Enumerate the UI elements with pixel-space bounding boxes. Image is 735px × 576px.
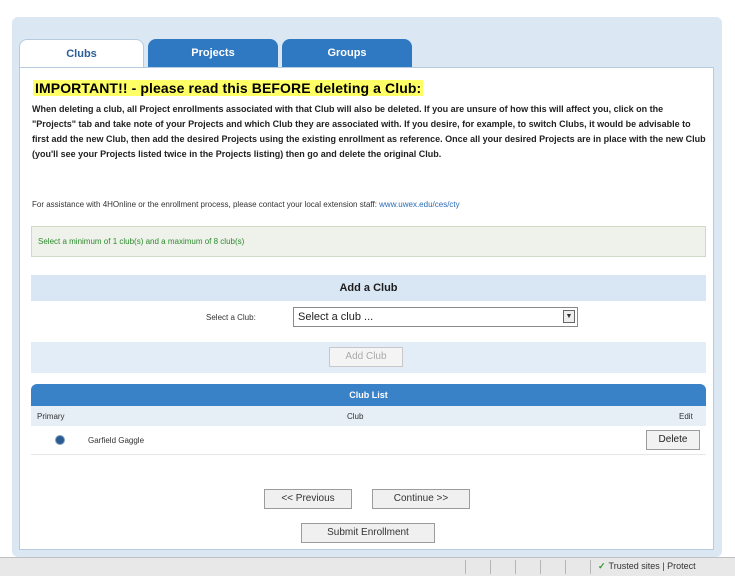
column-edit: Edit	[679, 412, 693, 421]
club-selection-rule: Select a minimum of 1 club(s) and a maxi…	[31, 226, 706, 257]
status-separator	[515, 560, 516, 574]
club-select-label: Select a Club:	[206, 313, 256, 322]
club-list-header: Club List	[31, 384, 706, 406]
important-heading: IMPORTANT!! - please read this BEFORE de…	[33, 80, 424, 96]
club-select-value: Select a club ...	[298, 311, 374, 323]
clubs-content: IMPORTANT!! - please read this BEFORE de…	[19, 67, 714, 550]
extension-staff-link[interactable]: www.uwex.edu/ces/cty	[379, 200, 459, 209]
table-row: Garfield Gaggle Delete	[31, 426, 706, 455]
delete-club-button[interactable]: Delete	[646, 430, 700, 450]
primary-radio[interactable]	[55, 435, 65, 445]
add-club-header: Add a Club	[31, 275, 706, 301]
club-select-row: Select a Club: Select a club ... ▼	[31, 306, 706, 330]
column-club: Club	[347, 412, 364, 421]
add-club-button[interactable]: Add Club	[329, 347, 403, 367]
status-separator	[490, 560, 491, 574]
security-zone-label: Trusted sites | Protect	[608, 561, 696, 571]
club-name: Garfield Gaggle	[88, 436, 145, 445]
assistance-text: For assistance with 4HOnline or the enro…	[32, 200, 377, 209]
checkmark-icon: ✓	[598, 561, 606, 571]
tab-clubs[interactable]: Clubs	[19, 39, 144, 69]
dropdown-arrow-icon[interactable]: ▼	[563, 310, 575, 323]
add-club-button-bar: Add Club	[31, 342, 706, 373]
status-separator	[565, 560, 566, 574]
delete-warning-text: When deleting a club, all Project enroll…	[32, 104, 706, 159]
status-separator	[590, 560, 591, 574]
assistance-note: For assistance with 4HOnline or the enro…	[32, 200, 460, 209]
status-separator	[465, 560, 466, 574]
column-primary: Primary	[37, 412, 65, 421]
submit-enrollment-button[interactable]: Submit Enrollment	[301, 523, 435, 543]
browser-status-bar: ✓ Trusted sites | Protect	[0, 557, 735, 576]
club-list-column-headers: Primary Club Edit	[31, 406, 706, 426]
tab-projects[interactable]: Projects	[148, 39, 278, 67]
club-select-dropdown[interactable]: Select a club ... ▼	[293, 307, 578, 327]
status-separator	[540, 560, 541, 574]
previous-button[interactable]: << Previous	[264, 489, 352, 509]
security-zone: ✓ Trusted sites | Protect	[598, 561, 696, 572]
continue-button[interactable]: Continue >>	[372, 489, 470, 509]
tab-groups[interactable]: Groups	[282, 39, 412, 67]
